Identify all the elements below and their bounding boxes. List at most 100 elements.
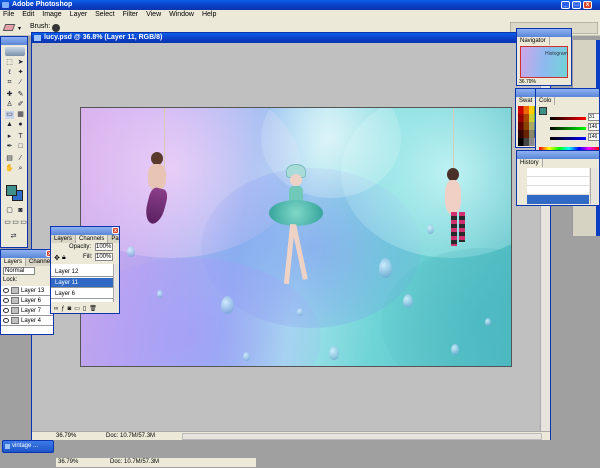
- history-brush-icon[interactable]: ✐: [16, 101, 25, 109]
- close-icon[interactable]: x: [583, 1, 592, 9]
- document-title-bar: lucy.psd @ 36.8% (Layer 11, RGB/8): [32, 33, 550, 43]
- tab-channels-2[interactable]: Channels: [76, 235, 109, 243]
- hand-tool-icon[interactable]: ✋: [5, 165, 14, 173]
- history-list[interactable]: [527, 168, 589, 204]
- color-fg-swatch[interactable]: [539, 107, 547, 115]
- delete-layer-icon[interactable]: 🗑︎: [89, 306, 100, 312]
- menu-layer[interactable]: Layer: [67, 10, 91, 20]
- horizontal-scrollbar[interactable]: [182, 433, 542, 440]
- history-panel: History: [516, 150, 600, 206]
- eraser-tool-icon[interactable]: [2, 24, 16, 31]
- tab-layers[interactable]: Layers: [1, 258, 27, 266]
- menu-image[interactable]: Image: [39, 10, 64, 20]
- eraser-icon[interactable]: ▭: [5, 111, 14, 119]
- blue-slider[interactable]: [550, 137, 586, 140]
- lock-all-icon[interactable]: 🔒︎: [62, 254, 66, 262]
- healing-brush-icon[interactable]: ✚: [5, 91, 14, 99]
- shape-tool-icon[interactable]: □: [16, 143, 25, 151]
- screen-mode-3-icon[interactable]: ▭: [19, 219, 27, 227]
- menu-file[interactable]: File: [0, 10, 17, 20]
- eye-icon[interactable]: [3, 318, 9, 323]
- path-select-icon[interactable]: ▸: [5, 133, 14, 141]
- minimize-icon[interactable]: _: [561, 1, 570, 9]
- eye-icon[interactable]: [3, 308, 9, 313]
- zoom-tool-icon[interactable]: ⌕: [16, 165, 25, 173]
- floating-panel-close-icon[interactable]: x: [112, 227, 119, 234]
- raindrop: [379, 258, 392, 278]
- ps-logo-icon: [5, 47, 25, 56]
- history-state[interactable]: [527, 186, 589, 195]
- raindrop: [157, 290, 163, 298]
- eye-icon[interactable]: [3, 298, 9, 303]
- tab-navigator[interactable]: Navigator: [517, 37, 550, 45]
- layers-panel-scrollbar[interactable]: [113, 264, 119, 302]
- opacity-label: Opacity:: [69, 244, 92, 250]
- notes-tool-icon[interactable]: ▤: [5, 155, 14, 163]
- bottom-zoom[interactable]: 36.79%: [58, 458, 78, 467]
- tab-paths[interactable]: Paths: [108, 235, 119, 243]
- menu-filter[interactable]: Filter: [120, 10, 142, 20]
- tab-history[interactable]: History: [517, 159, 543, 167]
- green-slider[interactable]: [550, 127, 586, 130]
- layer-row[interactable]: Layer 13: [1, 286, 53, 296]
- fill-input[interactable]: 100%: [95, 253, 113, 261]
- jump-to-imageready-icon[interactable]: ⇄: [9, 233, 18, 241]
- red-slider[interactable]: [550, 117, 586, 120]
- blur-tool-icon[interactable]: ▲: [5, 121, 14, 129]
- slice-tool-icon[interactable]: ∕: [16, 79, 25, 87]
- brush-tool-icon[interactable]: ✎: [16, 91, 25, 99]
- magic-wand-icon[interactable]: ✦: [16, 69, 25, 77]
- history-state[interactable]: [527, 168, 589, 177]
- clone-stamp-icon[interactable]: ♙: [5, 101, 14, 109]
- blue-value[interactable]: 146: [588, 133, 599, 141]
- document-zoom[interactable]: 36.79%: [56, 432, 76, 441]
- eye-icon[interactable]: [3, 288, 9, 293]
- tab-channels[interactable]: Channels: [26, 258, 53, 266]
- standard-mode-icon[interactable]: ▢: [5, 207, 14, 215]
- blend-mode-select[interactable]: Normal: [3, 267, 35, 275]
- type-tool-icon[interactable]: T: [16, 133, 25, 141]
- layer-row-selected[interactable]: Layer 11: [51, 278, 113, 288]
- eyedropper-icon[interactable]: ⁄: [16, 155, 25, 163]
- history-state[interactable]: [527, 177, 589, 186]
- tab-swatches[interactable]: Swat: [516, 97, 537, 105]
- quickmask-mode-icon[interactable]: ◙: [16, 207, 25, 215]
- new-group-icon[interactable]: ▭: [74, 306, 83, 312]
- menu-help[interactable]: Help: [199, 10, 219, 20]
- marquee-tool-icon[interactable]: ⬚: [5, 59, 14, 67]
- layer-row[interactable]: Layer 7: [1, 306, 53, 316]
- right-girl-figure: [437, 168, 473, 252]
- pen-tool-icon[interactable]: ✒: [5, 143, 14, 151]
- menu-select[interactable]: Select: [92, 10, 117, 20]
- navigator-panel: Navigator Histogram 36.79%: [516, 28, 572, 86]
- navigator-zoom[interactable]: 36.79%: [519, 79, 536, 85]
- red-value[interactable]: 31: [588, 113, 599, 121]
- layer-row[interactable]: Layer 4: [1, 316, 53, 326]
- menu-view[interactable]: View: [143, 10, 164, 20]
- move-tool-icon[interactable]: ➤: [16, 59, 25, 67]
- opacity-input[interactable]: 100%: [95, 243, 113, 251]
- layer-row[interactable]: Layer 12: [51, 267, 113, 277]
- taskbar-item-vintage[interactable]: vintage ...: [2, 440, 54, 453]
- brush-preview[interactable]: [52, 24, 60, 32]
- history-state-selected[interactable]: [527, 195, 589, 204]
- lock-move-icon[interactable]: ✥: [54, 254, 60, 262]
- menu-edit[interactable]: Edit: [19, 10, 37, 20]
- menu-window[interactable]: Window: [166, 10, 197, 20]
- tab-color[interactable]: Colo: [536, 97, 556, 105]
- dodge-tool-icon[interactable]: ●: [16, 121, 25, 129]
- layer-row[interactable]: Layer 6: [1, 296, 53, 306]
- maximize-icon[interactable]: □: [572, 1, 581, 9]
- crop-tool-icon[interactable]: ⌗: [5, 79, 14, 87]
- tool-preset-dropdown[interactable]: ▾: [18, 25, 21, 32]
- foreground-color-swatch[interactable]: [6, 185, 17, 196]
- tab-layers-2[interactable]: Layers: [51, 235, 77, 243]
- green-value[interactable]: 146: [588, 123, 599, 131]
- gradient-tool-icon[interactable]: ▦: [16, 111, 25, 119]
- layer-row[interactable]: Layer 6: [51, 289, 113, 299]
- lasso-tool-icon[interactable]: ℓ: [5, 69, 14, 77]
- history-scrollbar[interactable]: [590, 168, 598, 204]
- artwork-canvas[interactable]: [80, 107, 512, 367]
- tab-histogram[interactable]: Histogram: [545, 51, 568, 57]
- document-icon: [34, 35, 41, 41]
